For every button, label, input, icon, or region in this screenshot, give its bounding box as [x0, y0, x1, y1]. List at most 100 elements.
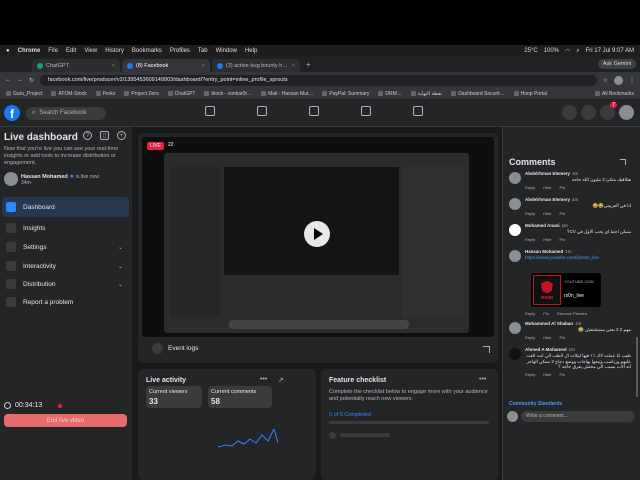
question-icon[interactable]: ? [83, 131, 92, 140]
sidebar-item-insights[interactable]: Insights [2, 218, 129, 238]
all-bookmarks[interactable]: All Bookmarks [595, 91, 634, 97]
more-options-icon[interactable]: ••• [479, 376, 486, 383]
marketplace-icon[interactable] [361, 106, 371, 116]
wifi-icon[interactable]: ◠ [565, 48, 570, 55]
url-field[interactable]: facebook.com/live/producer/v2/1395453609… [40, 74, 597, 86]
menu-view[interactable]: View [84, 48, 97, 54]
expand-icon[interactable] [483, 346, 490, 353]
expand-icon[interactable] [620, 159, 626, 165]
bookmark-item[interactable]: Mail - Hassan Mut… [261, 91, 313, 97]
host-name[interactable]: Hassan Mohamed [21, 174, 68, 180]
profile-avatar[interactable] [614, 75, 623, 85]
bookmark-item[interactable]: Guru_Project [6, 91, 42, 97]
avatar[interactable] [509, 250, 521, 262]
bookmark-item[interactable]: Hoop Portal [514, 91, 547, 97]
reply-button[interactable]: Reply [525, 372, 535, 377]
sidebar-toggle-icon[interactable]: ▯ [100, 131, 109, 140]
avatar[interactable] [509, 172, 521, 184]
weather-temp[interactable]: 25°C [524, 48, 537, 54]
reply-button[interactable]: Reply [525, 185, 535, 190]
comment-author[interactable]: Abdelrhman Elemery [525, 171, 570, 176]
reply-button[interactable]: Reply [525, 311, 535, 316]
hide-button[interactable]: Hide [543, 372, 551, 377]
comment-author[interactable]: Ahmed A Mohamed [525, 347, 567, 352]
messenger-icon[interactable] [581, 105, 596, 120]
menu-file[interactable]: File [48, 48, 58, 54]
pin-button[interactable]: Pin [559, 185, 565, 190]
pin-button[interactable]: Pin [559, 335, 565, 340]
pin-button[interactable]: Pin [559, 211, 565, 216]
ask-gemini-button[interactable]: Ask Gemini [597, 59, 636, 69]
menu-help[interactable]: Help [245, 48, 257, 54]
reload-icon[interactable]: ↻ [29, 77, 34, 84]
menu-history[interactable]: History [105, 48, 124, 54]
facebook-logo[interactable]: f [4, 105, 20, 121]
end-live-video-button[interactable]: End live video [4, 414, 127, 427]
play-icon[interactable] [304, 221, 330, 247]
close-icon[interactable]: × [112, 63, 115, 69]
reply-button[interactable]: Reply [525, 237, 535, 242]
search-input[interactable]: ⌕ Search Facebook [26, 106, 106, 120]
forward-icon[interactable]: → [17, 77, 23, 83]
back-icon[interactable]: ← [5, 77, 11, 83]
sidebar-item-dashboard[interactable]: Dashboard [2, 197, 129, 217]
menu-chrome[interactable]: Chrome [18, 48, 41, 54]
battery-level[interactable]: 100% [544, 48, 559, 54]
sidebar-item-interactivity[interactable]: Interactivity ⌄ [2, 256, 129, 276]
bookmark-item[interactable]: Perks [96, 91, 116, 97]
bookmark-item[interactable]: ATOM-Stock [51, 91, 86, 97]
pin-button[interactable]: Pin [559, 372, 565, 377]
add-icon[interactable]: + [117, 131, 126, 140]
new-tab-button[interactable]: + [306, 60, 311, 69]
comment-author[interactable]: Abdelrhman Elemery [525, 197, 570, 202]
hide-button[interactable]: Hide [543, 185, 551, 190]
close-icon[interactable]: × [202, 63, 205, 69]
notifications-icon[interactable]: 7 [600, 102, 617, 120]
sidebar-item-distribution[interactable]: Distribution ⌄ [2, 274, 129, 294]
avatar[interactable] [509, 322, 521, 334]
bookmark-item[interactable]: block - vonkar0r… [204, 91, 252, 97]
video-player[interactable]: LIVE 22 [142, 137, 494, 337]
video-icon[interactable] [257, 106, 267, 116]
checklist-item[interactable] [329, 431, 489, 439]
comment-author[interactable]: Mohamed Anani [525, 223, 560, 228]
sidebar-item-settings[interactable]: Settings ⌄ [2, 237, 129, 257]
menu-profiles[interactable]: Profiles [170, 48, 190, 54]
comment-link[interactable]: https://www.youtube.com/@rs0n_live [525, 255, 631, 261]
home-icon[interactable] [205, 106, 215, 116]
avatar[interactable] [509, 198, 521, 210]
menubar-datetime[interactable]: Fri 17 Jul 9:07 AM [586, 48, 634, 54]
scrollbar[interactable] [636, 337, 638, 397]
reply-button[interactable]: Reply [525, 211, 535, 216]
kebab-menu-icon[interactable]: ⋮ [629, 77, 635, 84]
menu-grid-icon[interactable] [562, 105, 577, 120]
close-icon[interactable]: × [292, 63, 295, 69]
pin-button[interactable]: Pin [543, 311, 549, 316]
more-options-icon[interactable]: ••• [260, 376, 267, 383]
pin-button[interactable]: Pin [559, 237, 565, 242]
avatar[interactable] [509, 224, 521, 236]
remove-preview-button[interactable]: Remove Preview [557, 311, 587, 316]
bookmark-item[interactable]: DRM… [378, 91, 401, 97]
tab-facebook[interactable]: (8) Facebook × [122, 59, 210, 72]
reply-button[interactable]: Reply [525, 335, 535, 340]
community-standards-link[interactable]: Community Standards [509, 401, 562, 407]
event-logs-button[interactable]: Event logs [152, 343, 198, 354]
bookmark-item[interactable]: PayPal: Summary [322, 91, 369, 97]
comment-input[interactable] [521, 410, 635, 422]
gaming-icon[interactable] [413, 106, 423, 116]
menu-edit[interactable]: Edit [66, 48, 76, 54]
hide-button[interactable]: Hide [543, 237, 551, 242]
menu-bookmarks[interactable]: Bookmarks [132, 48, 162, 54]
hide-button[interactable]: Hide [543, 335, 551, 340]
menu-window[interactable]: Window [216, 48, 237, 54]
comment-author[interactable]: Hassan Mohamed [525, 249, 563, 254]
link-preview-card[interactable]: RS0N YOUTUBE.COM rs0n_live [531, 273, 601, 307]
star-icon[interactable]: ☆ [603, 77, 608, 84]
expand-icon[interactable]: ↗ [278, 376, 284, 384]
avatar[interactable] [509, 348, 521, 360]
account-avatar[interactable] [619, 105, 634, 120]
hide-button[interactable]: Hide [543, 211, 551, 216]
menu-tab[interactable]: Tab [198, 48, 208, 54]
sidebar-item-report[interactable]: Report a problem [2, 292, 129, 312]
